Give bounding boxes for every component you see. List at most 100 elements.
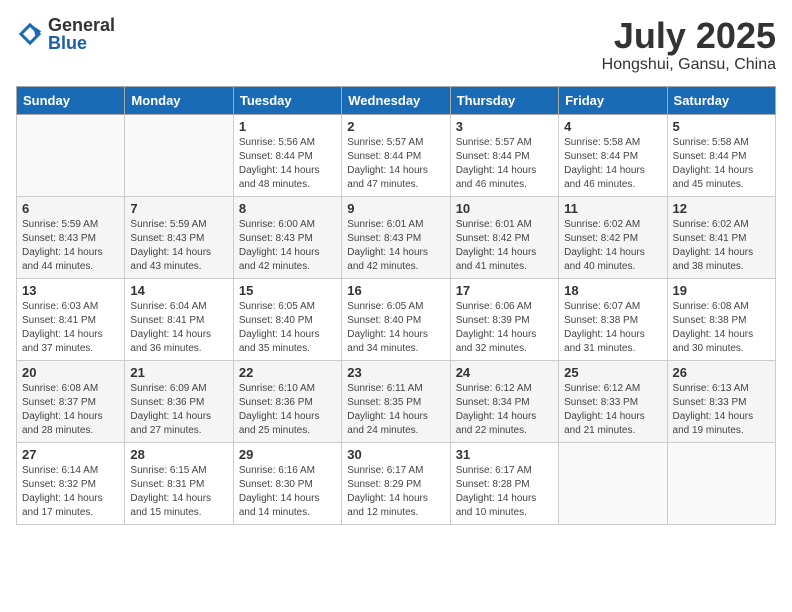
day-info: Sunrise: 6:05 AM Sunset: 8:40 PM Dayligh… xyxy=(347,300,444,356)
day-number: 9 xyxy=(347,201,444,216)
day-info: Sunrise: 6:08 AM Sunset: 8:38 PM Dayligh… xyxy=(673,300,770,356)
day-number: 29 xyxy=(239,447,336,462)
calendar-cell: 24 Sunrise: 6:12 AM Sunset: 8:34 PM Dayli… xyxy=(450,360,558,442)
day-number: 23 xyxy=(347,365,444,380)
day-info: Sunrise: 6:12 AM Sunset: 8:33 PM Dayligh… xyxy=(564,382,661,438)
page-header: General Blue July 2025 Hongshui, Gansu, … xyxy=(16,16,776,74)
title-section: July 2025 Hongshui, Gansu, China xyxy=(602,16,776,74)
calendar-cell: 27 Sunrise: 6:14 AM Sunset: 8:32 PM Dayli… xyxy=(17,442,125,524)
calendar-cell xyxy=(17,114,125,196)
logo-blue: Blue xyxy=(48,34,115,52)
calendar-cell: 1Sunrise: 5:56 AM Sunset: 8:44 PM Daylig… xyxy=(233,114,341,196)
day-info: Sunrise: 6:17 AM Sunset: 8:29 PM Dayligh… xyxy=(347,464,444,520)
calendar-cell: 20 Sunrise: 6:08 AM Sunset: 8:37 PM Dayli… xyxy=(17,360,125,442)
location-title: Hongshui, Gansu, China xyxy=(602,56,776,74)
day-info: Sunrise: 6:17 AM Sunset: 8:28 PM Dayligh… xyxy=(456,464,553,520)
calendar-cell: 4 Sunrise: 5:58 AM Sunset: 8:44 PM Daylig… xyxy=(559,114,667,196)
header-tuesday: Tuesday xyxy=(233,86,341,114)
day-number: 19 xyxy=(673,283,770,298)
day-info: Sunrise: 5:59 AM Sunset: 8:43 PM Dayligh… xyxy=(22,218,119,274)
day-info: Sunrise: 6:13 AM Sunset: 8:33 PM Dayligh… xyxy=(673,382,770,438)
day-number: 16 xyxy=(347,283,444,298)
day-info: Sunrise: 5:58 AM Sunset: 8:44 PM Dayligh… xyxy=(564,136,661,192)
calendar-cell: 22 Sunrise: 6:10 AM Sunset: 8:36 PM Dayli… xyxy=(233,360,341,442)
header-monday: Monday xyxy=(125,86,233,114)
day-info: Sunrise: 6:10 AM Sunset: 8:36 PM Dayligh… xyxy=(239,382,336,438)
day-number: 15 xyxy=(239,283,336,298)
day-number: 7 xyxy=(130,201,227,216)
day-number: 20 xyxy=(22,365,119,380)
calendar-cell: 5 Sunrise: 5:58 AM Sunset: 8:44 PM Daylig… xyxy=(667,114,775,196)
calendar-cell: 15 Sunrise: 6:05 AM Sunset: 8:40 PM Dayli… xyxy=(233,278,341,360)
day-info: Sunrise: 6:01 AM Sunset: 8:42 PM Dayligh… xyxy=(456,218,553,274)
calendar-cell: 28 Sunrise: 6:15 AM Sunset: 8:31 PM Dayli… xyxy=(125,442,233,524)
day-info: Sunrise: 6:08 AM Sunset: 8:37 PM Dayligh… xyxy=(22,382,119,438)
day-number: 5 xyxy=(673,119,770,134)
calendar-cell: 3 Sunrise: 5:57 AM Sunset: 8:44 PM Daylig… xyxy=(450,114,558,196)
header-friday: Friday xyxy=(559,86,667,114)
day-info: Sunrise: 6:14 AM Sunset: 8:32 PM Dayligh… xyxy=(22,464,119,520)
calendar-cell: 29 Sunrise: 6:16 AM Sunset: 8:30 PM Dayli… xyxy=(233,442,341,524)
day-info: Sunrise: 5:56 AM Sunset: 8:44 PM Dayligh… xyxy=(239,136,336,192)
day-number: 28 xyxy=(130,447,227,462)
day-number: 30 xyxy=(347,447,444,462)
week-row-3: 13 Sunrise: 6:03 AM Sunset: 8:41 PM Dayli… xyxy=(17,278,776,360)
day-number: 22 xyxy=(239,365,336,380)
day-number: 4 xyxy=(564,119,661,134)
day-number: 27 xyxy=(22,447,119,462)
calendar-cell: 31Sunrise: 6:17 AM Sunset: 8:28 PM Dayli… xyxy=(450,442,558,524)
calendar-cell: 21 Sunrise: 6:09 AM Sunset: 8:36 PM Dayli… xyxy=(125,360,233,442)
calendar-cell: 12Sunrise: 6:02 AM Sunset: 8:41 PM Dayli… xyxy=(667,196,775,278)
calendar-table: SundayMondayTuesdayWednesdayThursdayFrid… xyxy=(16,86,776,525)
header-row: SundayMondayTuesdayWednesdayThursdayFrid… xyxy=(17,86,776,114)
day-info: Sunrise: 6:06 AM Sunset: 8:39 PM Dayligh… xyxy=(456,300,553,356)
logo-general: General xyxy=(48,16,115,34)
day-number: 25 xyxy=(564,365,661,380)
day-number: 8 xyxy=(239,201,336,216)
calendar-cell: 6 Sunrise: 5:59 AM Sunset: 8:43 PM Daylig… xyxy=(17,196,125,278)
day-info: Sunrise: 6:02 AM Sunset: 8:41 PM Dayligh… xyxy=(673,218,770,274)
day-info: Sunrise: 5:58 AM Sunset: 8:44 PM Dayligh… xyxy=(673,136,770,192)
day-number: 24 xyxy=(456,365,553,380)
day-info: Sunrise: 6:05 AM Sunset: 8:40 PM Dayligh… xyxy=(239,300,336,356)
day-info: Sunrise: 5:59 AM Sunset: 8:43 PM Dayligh… xyxy=(130,218,227,274)
calendar-cell xyxy=(125,114,233,196)
week-row-4: 20 Sunrise: 6:08 AM Sunset: 8:37 PM Dayli… xyxy=(17,360,776,442)
calendar-cell: 17Sunrise: 6:06 AM Sunset: 8:39 PM Dayli… xyxy=(450,278,558,360)
day-info: Sunrise: 6:11 AM Sunset: 8:35 PM Dayligh… xyxy=(347,382,444,438)
calendar-cell: 9Sunrise: 6:01 AM Sunset: 8:43 PM Daylig… xyxy=(342,196,450,278)
calendar-cell: 10 Sunrise: 6:01 AM Sunset: 8:42 PM Dayli… xyxy=(450,196,558,278)
day-info: Sunrise: 6:16 AM Sunset: 8:30 PM Dayligh… xyxy=(239,464,336,520)
header-saturday: Saturday xyxy=(667,86,775,114)
header-sunday: Sunday xyxy=(17,86,125,114)
day-number: 6 xyxy=(22,201,119,216)
day-info: Sunrise: 5:57 AM Sunset: 8:44 PM Dayligh… xyxy=(456,136,553,192)
day-info: Sunrise: 6:09 AM Sunset: 8:36 PM Dayligh… xyxy=(130,382,227,438)
day-info: Sunrise: 6:02 AM Sunset: 8:42 PM Dayligh… xyxy=(564,218,661,274)
calendar-cell: 7 Sunrise: 5:59 AM Sunset: 8:43 PM Daylig… xyxy=(125,196,233,278)
calendar-cell: 23 Sunrise: 6:11 AM Sunset: 8:35 PM Dayli… xyxy=(342,360,450,442)
calendar-cell xyxy=(667,442,775,524)
day-number: 3 xyxy=(456,119,553,134)
day-info: Sunrise: 6:15 AM Sunset: 8:31 PM Dayligh… xyxy=(130,464,227,520)
header-thursday: Thursday xyxy=(450,86,558,114)
calendar-cell: 30 Sunrise: 6:17 AM Sunset: 8:29 PM Dayli… xyxy=(342,442,450,524)
day-info: Sunrise: 6:07 AM Sunset: 8:38 PM Dayligh… xyxy=(564,300,661,356)
calendar-cell: 14 Sunrise: 6:04 AM Sunset: 8:41 PM Dayli… xyxy=(125,278,233,360)
week-row-2: 6 Sunrise: 5:59 AM Sunset: 8:43 PM Daylig… xyxy=(17,196,776,278)
week-row-5: 27 Sunrise: 6:14 AM Sunset: 8:32 PM Dayli… xyxy=(17,442,776,524)
day-info: Sunrise: 6:12 AM Sunset: 8:34 PM Dayligh… xyxy=(456,382,553,438)
day-number: 13 xyxy=(22,283,119,298)
day-number: 14 xyxy=(130,283,227,298)
calendar-cell xyxy=(559,442,667,524)
calendar-cell: 13 Sunrise: 6:03 AM Sunset: 8:41 PM Dayli… xyxy=(17,278,125,360)
day-number: 18 xyxy=(564,283,661,298)
week-row-1: 1Sunrise: 5:56 AM Sunset: 8:44 PM Daylig… xyxy=(17,114,776,196)
calendar-cell: 26Sunrise: 6:13 AM Sunset: 8:33 PM Dayli… xyxy=(667,360,775,442)
calendar-cell: 8Sunrise: 6:00 AM Sunset: 8:43 PM Daylig… xyxy=(233,196,341,278)
day-info: Sunrise: 6:04 AM Sunset: 8:41 PM Dayligh… xyxy=(130,300,227,356)
day-info: Sunrise: 6:03 AM Sunset: 8:41 PM Dayligh… xyxy=(22,300,119,356)
logo: General Blue xyxy=(16,16,115,52)
day-number: 21 xyxy=(130,365,227,380)
day-number: 10 xyxy=(456,201,553,216)
